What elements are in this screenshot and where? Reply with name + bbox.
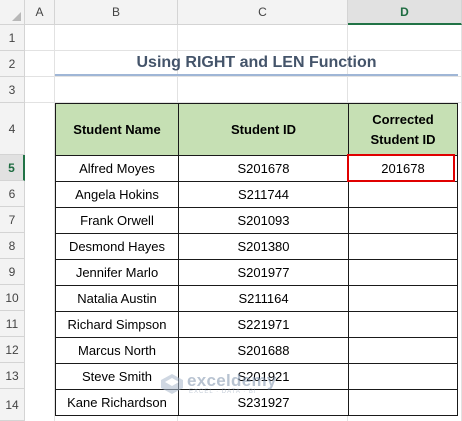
- cell-student-name[interactable]: Alfred Moyes: [56, 156, 179, 182]
- cell-student-id[interactable]: S201688: [179, 338, 349, 364]
- cell-student-id[interactable]: S211744: [179, 182, 349, 208]
- column-header-c[interactable]: C: [178, 0, 348, 25]
- student-table: Student Name Student ID Corrected Studen…: [55, 103, 458, 416]
- row-header-3[interactable]: 3: [0, 77, 25, 103]
- header-student-name[interactable]: Student Name: [56, 104, 179, 156]
- cell-student-name[interactable]: Angela Hokins: [56, 182, 179, 208]
- select-all-corner[interactable]: [0, 0, 25, 25]
- cell-corrected-id[interactable]: [349, 312, 458, 338]
- column-header-a[interactable]: A: [25, 0, 55, 25]
- cell-student-id[interactable]: S201977: [179, 260, 349, 286]
- cell-student-id[interactable]: S211164: [179, 286, 349, 312]
- cell-student-name[interactable]: Marcus North: [56, 338, 179, 364]
- cell-student-name[interactable]: Richard Simpson: [56, 312, 179, 338]
- cell-corrected-id[interactable]: [349, 182, 458, 208]
- cell-student-name[interactable]: Natalia Austin: [56, 286, 179, 312]
- cell-student-id[interactable]: S221971: [179, 312, 349, 338]
- cell-student-name[interactable]: Kane Richardson: [56, 390, 179, 416]
- row-header-2[interactable]: 2: [0, 51, 25, 77]
- select-all-triangle-icon: [12, 12, 21, 21]
- cell-student-name[interactable]: Desmond Hayes: [56, 234, 179, 260]
- row-header-13[interactable]: 13: [0, 363, 25, 389]
- row-header-11[interactable]: 11: [0, 311, 25, 337]
- cell-corrected-id[interactable]: 201678: [349, 156, 458, 182]
- cell-student-id[interactable]: S201921: [179, 364, 349, 390]
- cell-student-id[interactable]: S201380: [179, 234, 349, 260]
- gridline: [25, 76, 462, 77]
- row-header-5[interactable]: 5: [0, 155, 25, 181]
- cell-student-id[interactable]: S201678: [179, 156, 349, 182]
- row-header-4[interactable]: 4: [0, 103, 25, 155]
- cell-corrected-id[interactable]: [349, 364, 458, 390]
- cell-student-name[interactable]: Jennifer Marlo: [56, 260, 179, 286]
- cell-corrected-id[interactable]: [349, 260, 458, 286]
- cell-corrected-id[interactable]: [349, 390, 458, 416]
- cell-corrected-id[interactable]: [349, 338, 458, 364]
- row-header-1[interactable]: 1: [0, 25, 25, 51]
- cell-corrected-id[interactable]: [349, 234, 458, 260]
- row-header-6[interactable]: 6: [0, 181, 25, 207]
- column-header-d[interactable]: D: [348, 0, 462, 25]
- row-header-12[interactable]: 12: [0, 337, 25, 363]
- cell-corrected-id[interactable]: [349, 286, 458, 312]
- sheet-title[interactable]: Using RIGHT and LEN Function: [55, 51, 458, 76]
- row-header-9[interactable]: 9: [0, 259, 25, 285]
- header-corrected-student-id[interactable]: Corrected Student ID: [349, 104, 458, 156]
- cell-student-name[interactable]: Frank Orwell: [56, 208, 179, 234]
- header-student-id[interactable]: Student ID: [179, 104, 349, 156]
- row-header-10[interactable]: 10: [0, 285, 25, 311]
- row-header-7[interactable]: 7: [0, 207, 25, 233]
- row-header-14[interactable]: 14: [0, 389, 25, 421]
- row-header-8[interactable]: 8: [0, 233, 25, 259]
- cell-student-name[interactable]: Steve Smith: [56, 364, 179, 390]
- cell-student-id[interactable]: S201093: [179, 208, 349, 234]
- cell-student-id[interactable]: S231927: [179, 390, 349, 416]
- column-header-b[interactable]: B: [55, 0, 178, 25]
- cell-corrected-id[interactable]: [349, 208, 458, 234]
